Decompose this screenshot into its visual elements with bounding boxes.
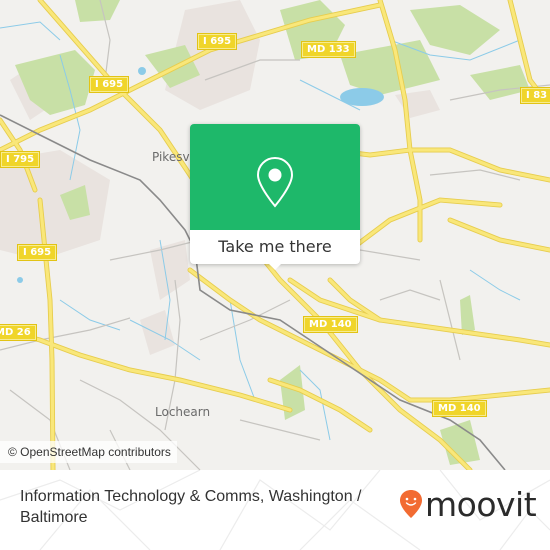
location-popup: Take me there <box>190 124 360 270</box>
popup-pointer <box>268 263 282 270</box>
map-pin-icon <box>256 156 294 208</box>
route-shield-md133: MD 133 <box>301 41 356 58</box>
moovit-pin-icon <box>400 490 422 518</box>
route-shield-md140: MD 140 <box>303 316 358 333</box>
route-shield-md140: MD 140 <box>432 400 487 417</box>
place-label-lochearn: Lochearn <box>155 405 211 419</box>
map-attribution[interactable]: © OpenStreetMap contributors <box>0 441 177 463</box>
route-shield-i695: I 695 <box>16 244 58 261</box>
take-me-there-button[interactable]: Take me there <box>190 230 360 264</box>
place-title: Information Technology & Comms, Washingt… <box>20 488 362 526</box>
route-shield-i795: I 795 <box>0 151 41 168</box>
map-view[interactable]: I 695 I 695 I 695 I 795 MD 133 I 83 MD 2… <box>0 0 550 470</box>
popup-header <box>190 124 360 230</box>
route-shield-i695: I 695 <box>196 33 238 50</box>
route-shield-md26: MD 26 <box>0 324 37 341</box>
moovit-wordmark: moovit <box>425 484 537 524</box>
route-shield-i83: I 83 <box>519 87 550 104</box>
moovit-logo[interactable]: moovit <box>399 484 537 524</box>
footer-bar: Information Technology & Comms, Washingt… <box>0 470 550 550</box>
route-shield-i695: I 695 <box>88 76 130 93</box>
